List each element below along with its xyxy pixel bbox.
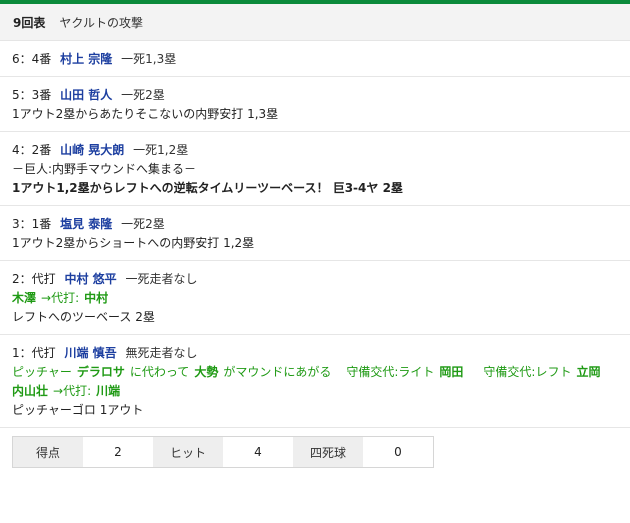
- play-item: 6：4番 村上 宗隆 一死1,3塁: [0, 41, 630, 77]
- defense-change-player: 立岡: [576, 365, 601, 379]
- hits-value: 4: [223, 437, 293, 467]
- runs-value: 2: [83, 437, 153, 467]
- defense-change-label: 守備交代:ライト: [346, 365, 435, 379]
- play-item: 2：代打 中村 悠平 一死走者なし 木澤 →代打: 中村 レフトへのツーベース 2塁: [0, 261, 630, 335]
- attacking-team: ヤクルトの攻撃: [59, 15, 144, 30]
- base-situation: 無死走者なし: [125, 346, 198, 360]
- base-situation: 一死1,2塁: [133, 143, 189, 157]
- play-result: 1アウト1,2塁からレフトへの逆転タイムリーツーベース！ 巨3-4ヤ 2塁: [12, 181, 403, 195]
- hits-label: ヒット: [153, 437, 223, 467]
- replacement-text: に代わって: [129, 365, 190, 379]
- pitcher-in: 大勢: [194, 365, 219, 379]
- defense-change-player: 岡田: [439, 365, 464, 379]
- play-item: 5：3番 山田 哲人 一死2塁 1アウト2塁からあたりそこないの内野安打 1,3…: [0, 77, 630, 132]
- base-situation: 一死1,3塁: [121, 52, 177, 66]
- at-bat-number: 1：代打: [12, 346, 56, 360]
- pitcher-label: ピッチャー: [12, 365, 72, 379]
- play-result: 1アウト2塁からショートへの内野安打 1,2塁: [12, 236, 255, 250]
- substitution-note: 内山壮 →代打: 川端: [12, 382, 618, 401]
- base-situation: 一死走者なし: [125, 272, 198, 286]
- sub-out-player: 木澤: [12, 291, 37, 305]
- sub-in-player: 中村: [84, 291, 109, 305]
- sub-out-player: 内山壮: [12, 384, 49, 398]
- play-item: 1：代打 川端 慎吾 無死走者なし ピッチャー デラロサ に代わって 大勢 がマウンドに…: [0, 335, 630, 428]
- play-list: 6：4番 村上 宗隆 一死1,3塁 5：3番 山田 哲人 一死2塁 1アウト2塁…: [0, 41, 630, 428]
- at-bat-number: 4：2番: [12, 143, 52, 157]
- batter-link[interactable]: 川端 慎吾: [64, 346, 116, 360]
- play-item: 3：1番 塩見 泰隆 一死2塁 1アウト2塁からショートへの内野安打 1,2塁: [0, 206, 630, 261]
- base-situation: 一死2塁: [121, 88, 165, 102]
- inning-label: 9回表: [13, 15, 46, 30]
- runs-label: 得点: [13, 437, 83, 467]
- batter-link[interactable]: 中村 悠平: [64, 272, 116, 286]
- inning-header: 9回表 ヤクルトの攻撃: [0, 4, 630, 41]
- batter-link[interactable]: 塩見 泰隆: [60, 217, 112, 231]
- sub-arrow: →代打:: [41, 291, 80, 305]
- batter-link[interactable]: 山崎 晃大朗: [60, 143, 124, 157]
- pitching-change-note: ピッチャー デラロサ に代わって 大勢 がマウンドにあがる 守備交代:ライト 岡田 守備交代:…: [12, 363, 618, 382]
- play-note: －巨人:内野手マウンドへ集まる－: [12, 162, 197, 176]
- walks-value: 0: [363, 437, 433, 467]
- walks-label: 四死球: [293, 437, 363, 467]
- sub-in-player: 川端: [96, 384, 121, 398]
- mound-text: がマウンドにあがる: [223, 365, 332, 379]
- at-bat-number: 6：4番: [12, 52, 52, 66]
- substitution-note: 木澤 →代打: 中村: [12, 289, 618, 308]
- at-bat-number: 5：3番: [12, 88, 52, 102]
- base-situation: 一死2塁: [121, 217, 165, 231]
- play-item: 4：2番 山崎 晃大朗 一死1,2塁 －巨人:内野手マウンドへ集まる－ 1アウト…: [0, 132, 630, 206]
- at-bat-number: 3：1番: [12, 217, 52, 231]
- at-bat-number: 2：代打: [12, 272, 56, 286]
- sub-arrow: →代打:: [53, 384, 92, 398]
- inning-summary-table: 得点 2 ヒット 4 四死球 0: [12, 436, 434, 468]
- play-result: 1アウト2塁からあたりそこないの内野安打 1,3塁: [12, 107, 279, 121]
- pitcher-out: デラロサ: [76, 365, 125, 379]
- play-result: ピッチャーゴロ 1アウト: [12, 403, 144, 417]
- batter-link[interactable]: 村上 宗隆: [60, 52, 112, 66]
- play-result: レフトへのツーベース 2塁: [12, 310, 155, 324]
- batter-link[interactable]: 山田 哲人: [60, 88, 112, 102]
- defense-change-label: 守備交代:レフト: [483, 365, 572, 379]
